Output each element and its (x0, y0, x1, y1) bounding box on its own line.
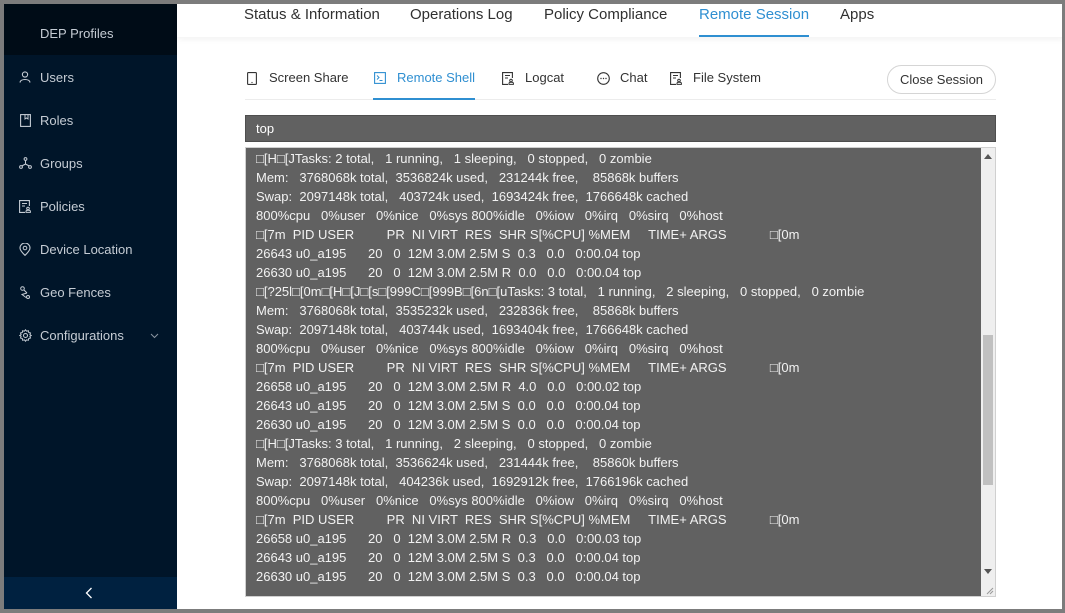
terminal-line: 26630 u0_a195 20 0 12M 3.0M 2.5M S 0.0 0… (256, 417, 641, 432)
collapse-sidebar-button[interactable] (0, 577, 177, 613)
main-content: Status & Information Operations Log Poli… (177, 0, 1065, 613)
sidebar-item-users[interactable]: Users (0, 57, 177, 97)
subtab-chat[interactable]: Chat (596, 70, 647, 100)
terminal-line: Mem: 3768068k total, 3536624k used, 2314… (256, 455, 679, 470)
geo-fence-icon (18, 285, 32, 299)
user-icon (18, 70, 32, 84)
terminal-line: 800%cpu 0%user 0%nice 0%sys 800%idle 0%i… (256, 208, 723, 223)
sidebar: DEP Profiles Users Roles Groups Policies… (0, 0, 177, 613)
resize-handle-icon[interactable] (984, 585, 994, 595)
sidebar-item-device-location[interactable]: Device Location (0, 229, 177, 269)
terminal-line: □[H□[JTasks: 2 total, 1 running, 1 sleep… (256, 151, 652, 166)
terminal-icon (373, 71, 387, 85)
terminal-line: □[7m PID USER PR NI VIRT RES SHR S[%CPU]… (256, 360, 800, 375)
terminal-line: 26643 u0_a195 20 0 12M 3.0M 2.5M S 0.3 0… (256, 246, 641, 261)
sidebar-item-configurations[interactable]: Configurations (0, 315, 177, 355)
terminal-line: 26658 u0_a195 20 0 12M 3.0M 2.5M R 0.3 0… (256, 531, 642, 546)
terminal-line: 26643 u0_a195 20 0 12M 3.0M 2.5M S 0.3 0… (256, 550, 641, 565)
subtab-file-system[interactable]: File System (669, 70, 761, 100)
chat-bubble-icon (596, 71, 610, 85)
scroll-down-arrow-icon[interactable] (984, 569, 992, 574)
tab-status-information[interactable]: Status & Information (244, 6, 380, 37)
terminal-line: Mem: 3768068k total, 3536824k used, 2312… (256, 170, 679, 185)
log-document-icon (501, 71, 515, 85)
device-tabs: Status & Information Operations Log Poli… (177, 0, 1065, 37)
tab-policy-compliance[interactable]: Policy Compliance (544, 6, 667, 37)
sidebar-item-dep-profiles[interactable]: DEP Profiles (0, 0, 177, 55)
terminal-line: □[?25l□[0m□[H□[J□[s□[999C□[999B□[6n□[uTa… (256, 284, 865, 299)
scroll-up-arrow-icon[interactable] (984, 154, 992, 159)
terminal-line: □[7m PID USER PR NI VIRT RES SHR S[%CPU]… (256, 512, 800, 527)
terminal-line: □[H□[JTasks: 3 total, 1 running, 2 sleep… (256, 436, 652, 451)
sidebar-item-groups[interactable]: Groups (0, 143, 177, 183)
terminal-line: 26630 u0_a195 20 0 12M 3.0M 2.5M R 0.0 0… (256, 265, 642, 280)
terminal-line: 800%cpu 0%user 0%nice 0%sys 800%idle 0%i… (256, 493, 723, 508)
policy-document-icon (18, 199, 32, 213)
sidebar-item-roles[interactable]: Roles (0, 100, 177, 140)
shell-output-text: □[H□[JTasks: 2 total, 1 running, 1 sleep… (256, 148, 981, 586)
scrollbar-thumb[interactable] (983, 335, 993, 485)
terminal-line: 26630 u0_a195 20 0 12M 3.0M 2.5M S 0.3 0… (256, 569, 641, 584)
tab-operations-log[interactable]: Operations Log (410, 6, 513, 37)
book-icon (18, 113, 32, 127)
terminal-line: Mem: 3768068k total, 3535232k used, 2328… (256, 303, 679, 318)
tab-remote-session[interactable]: Remote Session (699, 6, 810, 37)
sidebar-item-geo-fences[interactable]: Geo Fences (0, 272, 177, 312)
subtab-logcat[interactable]: Logcat (501, 70, 564, 100)
remote-session-tabs: Screen Share Remote Shell Logcat Chat Fi… (245, 60, 996, 100)
file-system-icon (669, 71, 683, 85)
terminal-line: Swap: 2097148k total, 403744k used, 1693… (256, 322, 689, 337)
mobile-icon (245, 71, 259, 85)
chevron-down-icon (150, 327, 159, 342)
subtab-screen-share[interactable]: Screen Share (245, 70, 349, 100)
shell-output[interactable]: □[H□[JTasks: 2 total, 1 running, 1 sleep… (245, 147, 996, 597)
terminal-line: 26643 u0_a195 20 0 12M 3.0M 2.5M S 0.0 0… (256, 398, 641, 413)
location-pin-icon (18, 242, 32, 256)
terminal-line: 800%cpu 0%user 0%nice 0%sys 800%idle 0%i… (256, 341, 723, 356)
tab-apps[interactable]: Apps (840, 6, 874, 37)
sidebar-item-policies[interactable]: Policies (0, 186, 177, 226)
cluster-icon (18, 156, 32, 170)
terminal-line: □[7m PID USER PR NI VIRT RES SHR S[%CPU]… (256, 227, 800, 242)
terminal-line: Swap: 2097148k total, 403724k used, 1693… (256, 189, 689, 204)
sidebar-item-label: DEP Profiles (40, 26, 114, 41)
terminal-line: 26658 u0_a195 20 0 12M 3.0M 2.5M R 4.0 0… (256, 379, 642, 394)
chevron-left-icon (85, 586, 93, 604)
gear-icon (18, 328, 32, 342)
shell-command-input[interactable] (245, 115, 996, 142)
subtab-remote-shell[interactable]: Remote Shell (373, 70, 476, 100)
close-session-button[interactable]: Close Session (887, 65, 996, 94)
terminal-line: Swap: 2097148k total, 404236k used, 1692… (256, 474, 689, 489)
output-scrollbar[interactable] (981, 148, 995, 596)
